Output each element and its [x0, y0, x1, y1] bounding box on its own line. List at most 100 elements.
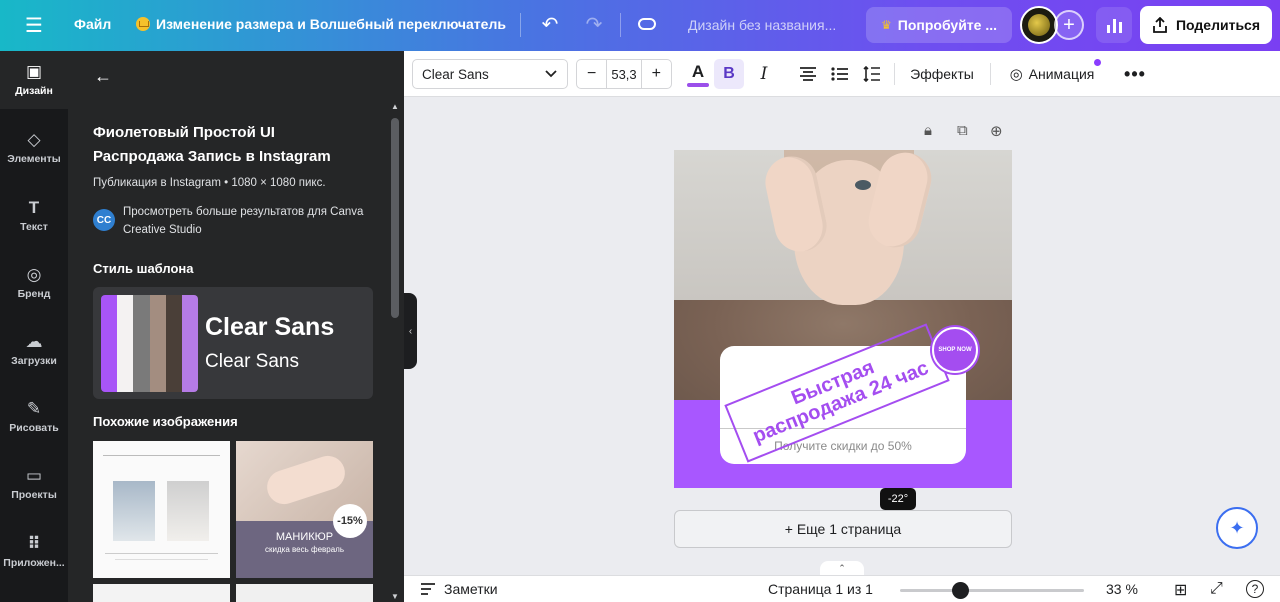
rail-item-label: Проекты	[11, 489, 57, 501]
redo-icon[interactable]: ↷	[582, 12, 606, 36]
effects-button[interactable]: Эффекты	[902, 59, 982, 89]
similar-thumbnail[interactable]	[93, 441, 230, 578]
design-icon: ▣	[25, 62, 43, 81]
brand-icon: ◎	[26, 265, 42, 284]
magic-assistant-button[interactable]: ✦	[1216, 507, 1258, 549]
file-menu[interactable]: Файл	[74, 16, 111, 32]
undo-icon[interactable]: ↶	[538, 12, 562, 36]
rail-item-label: Приложен...	[3, 557, 65, 569]
scroll-up-arrow-icon[interactable]: ▲	[391, 102, 399, 111]
font-primary: Clear Sans	[205, 313, 335, 341]
try-pro-label: Попробуйте ...	[897, 17, 997, 33]
resize-magic-switch-button[interactable]: Изменение размера и Волшебный переключат…	[136, 16, 506, 32]
text-color-icon: A	[691, 61, 705, 81]
swatch	[149, 295, 166, 392]
share-icon	[1153, 17, 1167, 33]
fullscreen-icon[interactable]: ⤢	[1210, 580, 1223, 598]
try-pro-button[interactable]: ♛ Попробуйте ...	[866, 7, 1012, 43]
share-button[interactable]: Поделиться	[1140, 6, 1272, 44]
swatch	[133, 295, 150, 392]
help-icon[interactable]: ?	[1246, 580, 1264, 598]
rail-item-label: Элементы	[7, 153, 61, 165]
add-page-button[interactable]: + Еще 1 страница	[674, 510, 1012, 548]
duplicate-icon[interactable]: ⧉	[957, 122, 968, 139]
upload-icon: ☁	[25, 332, 43, 351]
top-bar: ☰ Файл Изменение размера и Волшебный пер…	[0, 0, 1280, 51]
divider	[620, 13, 621, 37]
bottom-bar: Заметки Страница 1 из 1 33 % ⊞ ⤢ ?	[404, 575, 1280, 602]
design-artboard[interactable]: Получите скидки до 50% Быстрая распродаж…	[674, 150, 1012, 488]
add-collaborator-button[interactable]: +	[1054, 10, 1084, 40]
notes-button[interactable]: Заметки	[420, 581, 498, 597]
avatar[interactable]	[1020, 6, 1058, 44]
rail-item-label: Текст	[20, 221, 48, 233]
thumbnail-title: МАНИКЮР	[275, 531, 334, 543]
resize-magic-switch-label: Изменение размера и Волшебный переключат…	[156, 16, 506, 32]
swatch	[101, 295, 118, 392]
font-select[interactable]: Clear Sans	[412, 59, 568, 89]
list-icon[interactable]	[826, 59, 854, 89]
rotation-indicator: -22°	[880, 488, 916, 510]
similar-thumbnail[interactable]: -15% МАНИКЮР скидка весь февраль	[236, 441, 373, 578]
text-icon: T	[28, 198, 40, 217]
animation-icon: ◎	[1009, 66, 1023, 83]
template-title: Фиолетовый Простой UI Распродажа Запись …	[93, 124, 331, 165]
rail-item-label: Рисовать	[9, 422, 59, 434]
chevron-up-icon: ⌃	[838, 562, 846, 573]
thumbnail-subtitle: скидка весь февраль	[265, 545, 344, 554]
shop-now-seal[interactable]: SHOP NOW	[932, 327, 978, 373]
rail-item-draw[interactable]: ✎ Рисовать	[0, 388, 68, 446]
folder-icon: ▭	[25, 466, 43, 485]
notes-label: Заметки	[444, 581, 498, 597]
back-arrow-icon[interactable]: ←	[94, 66, 112, 87]
text-color-swatch	[687, 82, 709, 87]
collapse-panel-button[interactable]: ‹	[404, 293, 417, 369]
chevron-left-icon: ‹	[408, 325, 413, 337]
zoom-slider-handle[interactable]	[952, 582, 970, 599]
chevron-down-icon	[545, 70, 557, 78]
increase-size-button[interactable]: +	[642, 60, 671, 88]
rail-item-design[interactable]: ▣ Дизайн	[0, 51, 68, 109]
similar-thumbnail[interactable]	[236, 584, 373, 602]
creator-link[interactable]: Просмотреть больше результатов для Canva…	[123, 203, 383, 239]
grid-view-icon[interactable]: ⊞	[1174, 580, 1187, 600]
rail-item-label: Бренд	[17, 288, 51, 300]
rail-item-elements[interactable]: ◇ Элементы	[0, 119, 68, 177]
rail-item-apps[interactable]: ⠿ Приложен...	[0, 523, 68, 581]
show-pages-tab[interactable]: ⌃	[820, 561, 864, 575]
bold-button[interactable]: B	[714, 59, 744, 89]
zoom-value[interactable]: 33 %	[1106, 581, 1138, 597]
text-toolbar: Clear Sans − 53,3 + A B I Эффекты ◎ Аним…	[404, 51, 1280, 97]
draw-icon: ✎	[26, 399, 42, 418]
panel-scrollbar[interactable]	[391, 118, 399, 318]
rail-item-projects[interactable]: ▭ Проекты	[0, 455, 68, 513]
italic-button[interactable]: I	[750, 59, 778, 89]
divider	[990, 63, 991, 85]
lock-icon[interactable]: 🔒︎	[924, 122, 932, 139]
template-style-card[interactable]: Clear Sans Clear Sans	[93, 287, 373, 399]
template-subtitle: Публикация в Instagram • 1080 × 1080 пик…	[93, 177, 326, 189]
cloud-save-icon[interactable]	[636, 13, 658, 35]
insights-button[interactable]	[1096, 7, 1132, 43]
line-spacing-icon[interactable]	[858, 59, 886, 89]
similar-thumbnail[interactable]	[93, 584, 230, 602]
new-feature-dot	[1094, 59, 1101, 66]
plus-icon: +	[1063, 13, 1075, 36]
more-options-icon[interactable]: •••	[1120, 59, 1150, 89]
align-center-icon[interactable]	[794, 59, 822, 89]
add-page-icon[interactable]: ⊕	[990, 122, 1003, 140]
rail-item-brand[interactable]: ◎ Бренд	[0, 254, 68, 312]
scroll-down-arrow-icon[interactable]: ▼	[391, 592, 399, 601]
zoom-slider-track[interactable]	[900, 589, 1084, 592]
menu-icon[interactable]: ☰	[22, 13, 46, 37]
text-color-button[interactable]: A	[686, 61, 710, 87]
animation-label: Анимация	[1028, 66, 1095, 82]
rail-item-uploads[interactable]: ☁ Загрузки	[0, 321, 68, 379]
document-name[interactable]: Дизайн без названия...	[688, 17, 836, 33]
decrease-size-button[interactable]: −	[577, 60, 606, 88]
page-indicator[interactable]: Страница 1 из 1	[768, 581, 873, 597]
sparkle-icon: ✦	[1229, 517, 1245, 538]
font-size-input[interactable]: 53,3	[606, 60, 642, 88]
rail-item-text[interactable]: T Текст	[0, 187, 68, 245]
animation-button[interactable]: ◎ Анимация	[1000, 59, 1104, 89]
